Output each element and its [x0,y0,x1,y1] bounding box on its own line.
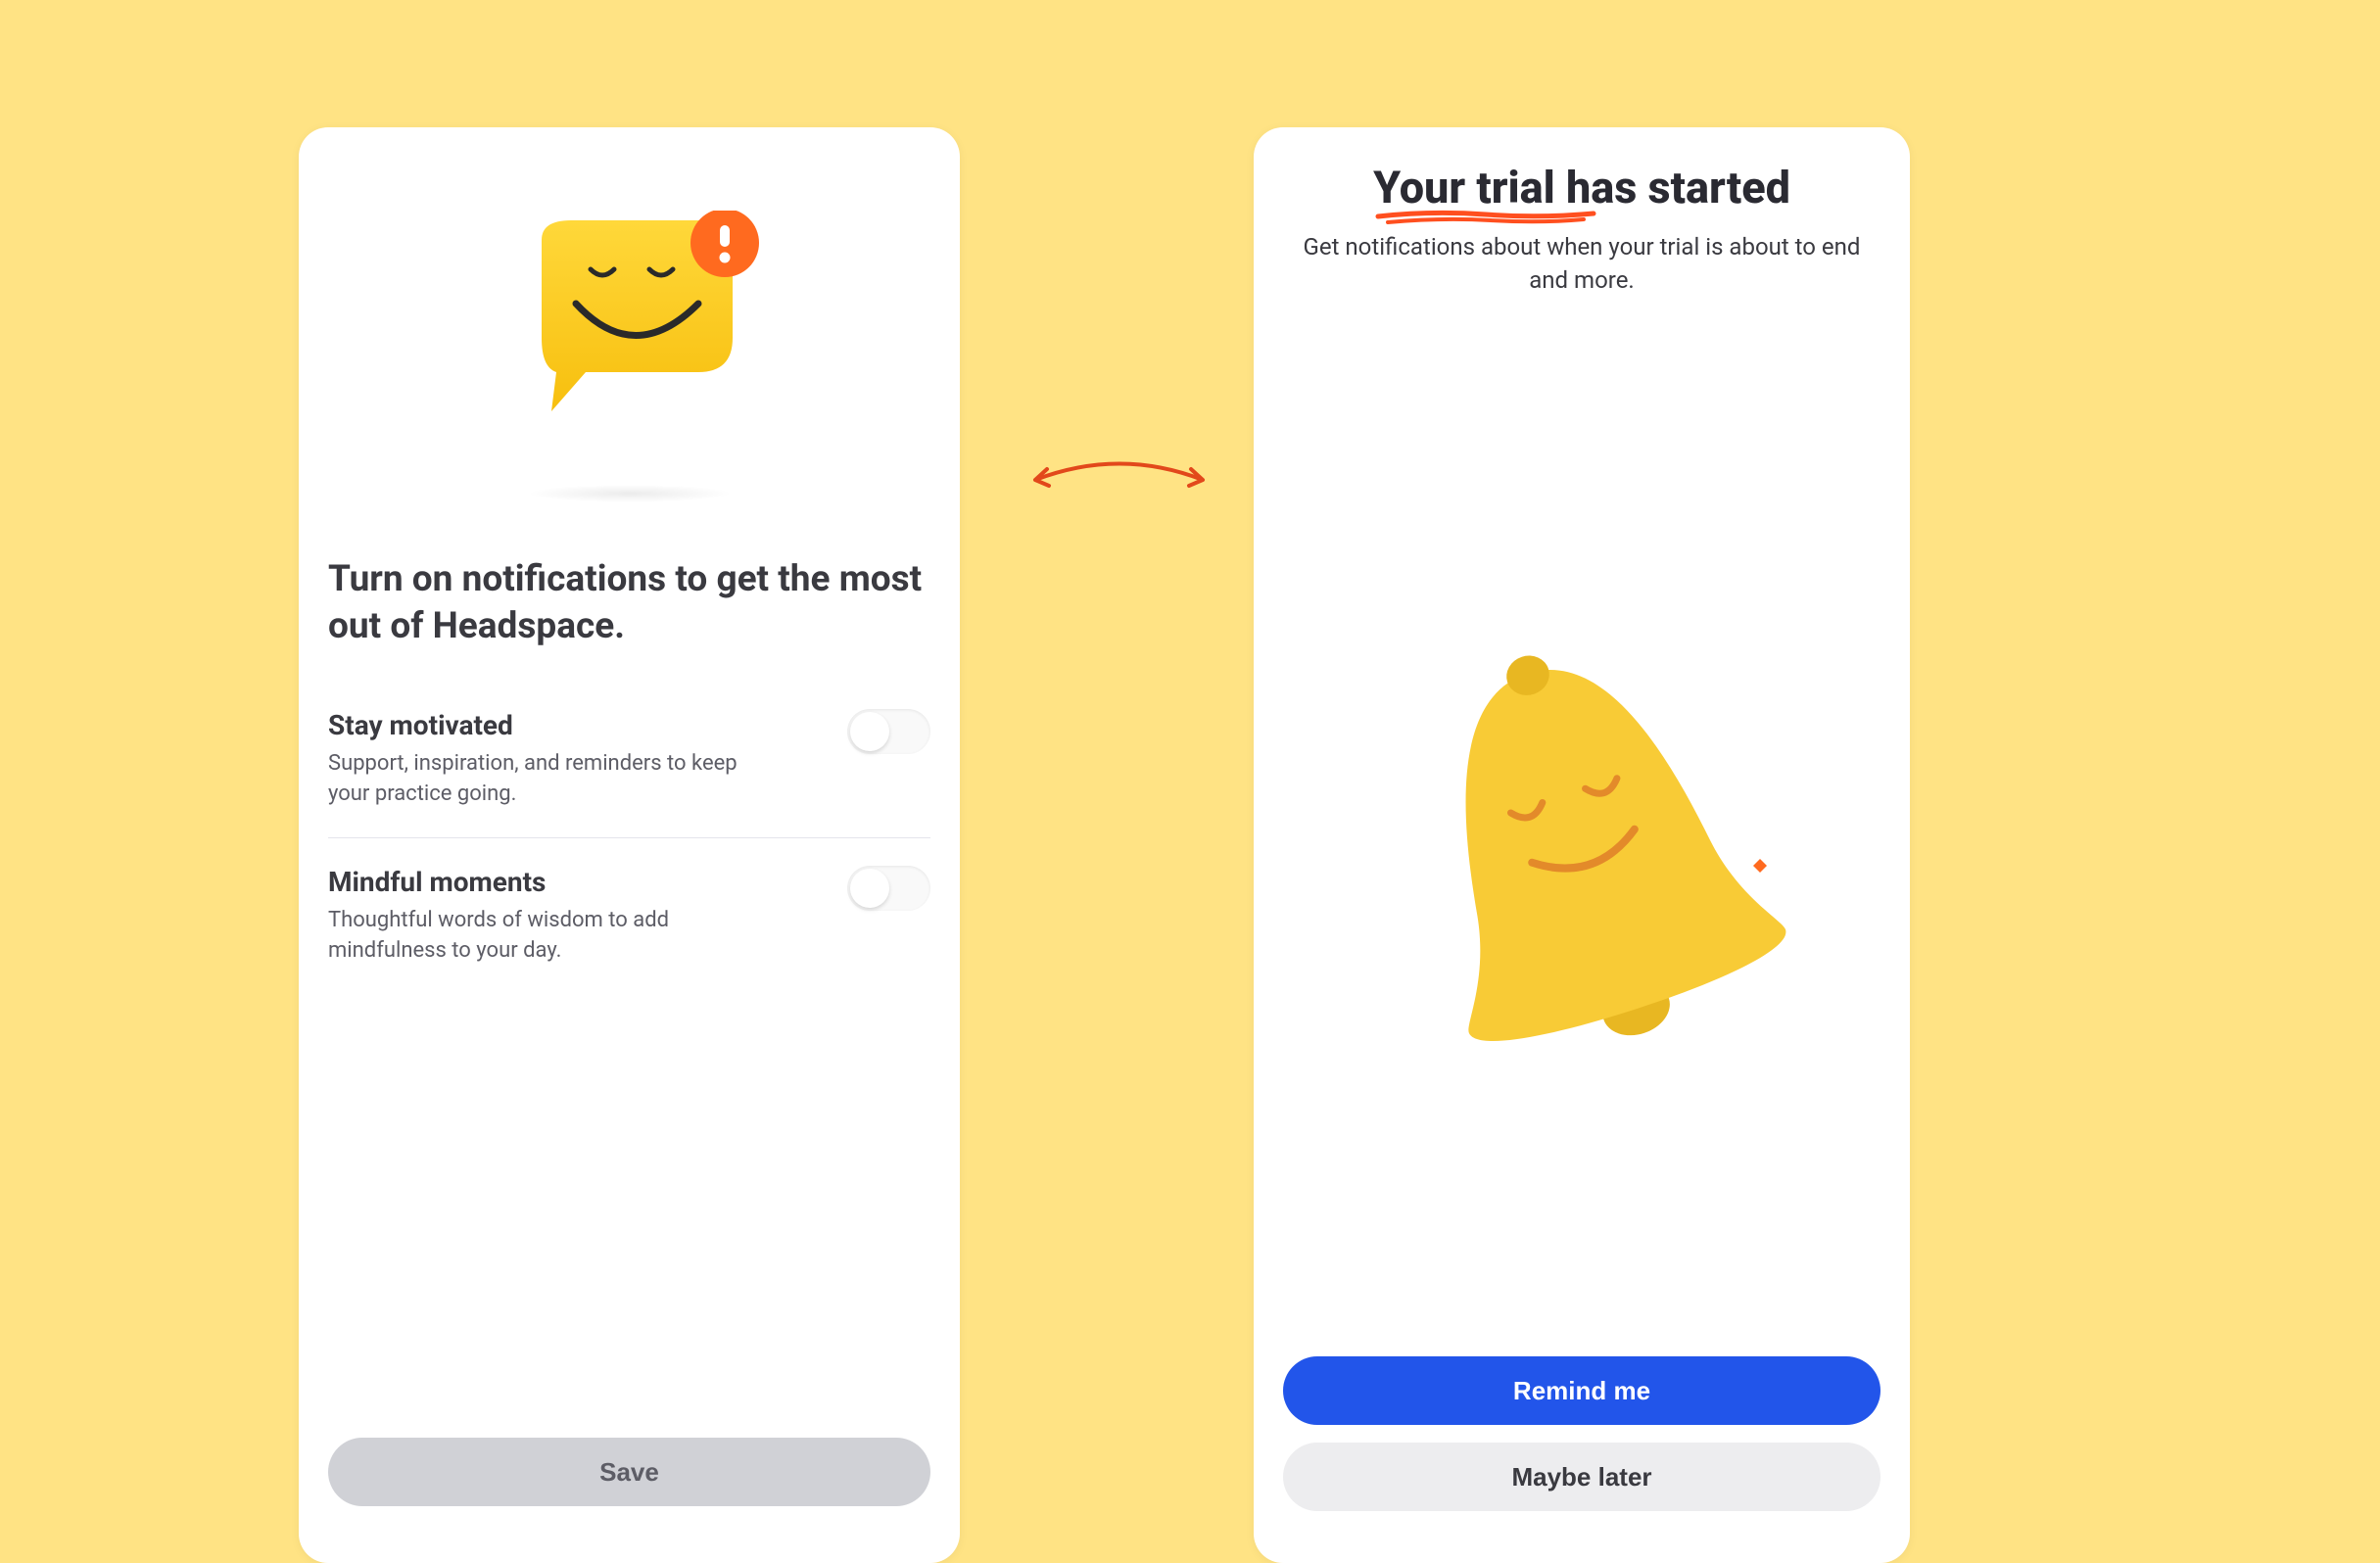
toggle-desc: Support, inspiration, and reminders to k… [328,749,749,810]
save-button[interactable]: Save [328,1438,930,1506]
connector-arrow-icon [1023,452,1214,501]
trial-subtext: Get notifications about when your trial … [1283,231,1880,297]
toggle-title: Mindful moments [328,866,818,898]
trial-started-card: Your trial has started Get notifications… [1254,127,1910,1563]
remind-me-label: Remind me [1513,1376,1650,1406]
bell-smile-icon [1371,626,1792,1057]
save-button-label: Save [599,1457,659,1488]
maybe-later-label: Maybe later [1511,1462,1651,1492]
toggle-list: Stay motivated Support, inspiration, and… [328,689,930,985]
toggle-switch-stay-motivated[interactable] [847,709,930,754]
remind-me-button[interactable]: Remind me [1283,1356,1880,1425]
toggle-mindful-moments: Mindful moments Thoughtful words of wisd… [328,846,930,986]
underline-scribble-icon [1373,209,1598,226]
shadow-ellipse [527,485,733,502]
notifications-card: Turn on notifications to get the most ou… [299,127,960,1563]
chat-bubble-smile-icon [493,211,767,446]
toggle-stay-motivated: Stay motivated Support, inspiration, and… [328,689,930,829]
divider [328,837,930,838]
toggle-desc: Thoughtful words of wisdom to add mindfu… [328,906,749,967]
notifications-heading: Turn on notifications to get the most ou… [328,556,930,650]
toggle-title: Stay motivated [328,709,818,741]
maybe-later-button[interactable]: Maybe later [1283,1443,1880,1511]
bell-illustration-container [1283,326,1880,1356]
toggle-switch-mindful-moments[interactable] [847,866,930,911]
illustration-container [328,166,930,485]
trial-heading: Your trial has started [1373,162,1790,213]
